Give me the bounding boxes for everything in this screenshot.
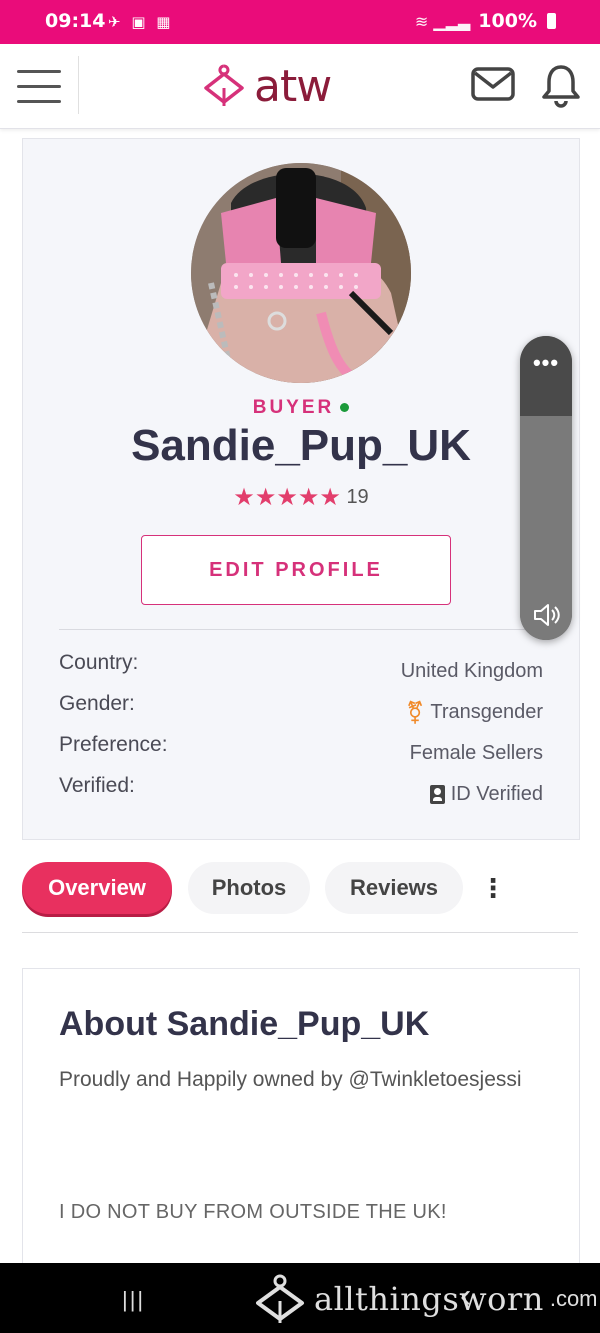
recents-icon[interactable]: ||| xyxy=(122,1287,145,1313)
volume-menu-icon[interactable]: ••• xyxy=(520,350,572,376)
detail-value: United Kingdom xyxy=(400,660,543,682)
speaker-icon[interactable] xyxy=(532,602,562,628)
edit-profile-button[interactable]: EDIT PROFILE xyxy=(141,535,451,605)
online-status-dot xyxy=(340,403,350,413)
watermark-logo-icon xyxy=(256,1274,304,1323)
star-rating-icon: ★★★★★ xyxy=(233,484,341,511)
detail-row-verified: Verified: ID Verified xyxy=(59,774,543,815)
profile-tabs: Overview Photos Reviews ⋮ xyxy=(22,862,578,916)
role-text: BUYER xyxy=(252,397,335,418)
logo-text: atw xyxy=(254,60,332,112)
system-nav-bar: ||| allthingsworn .com ‹ xyxy=(0,1263,600,1333)
detail-row-preference: Preference: Female Sellers xyxy=(59,733,543,774)
more-options-icon[interactable]: ⋮ xyxy=(478,862,508,914)
detail-label: Country: xyxy=(59,651,139,674)
menu-icon[interactable] xyxy=(17,70,61,104)
detail-value-wrap: ID Verified xyxy=(429,774,543,815)
status-bar: 09:14 ✈ ▣ ▦ ≋ ▁▂▃ 100% xyxy=(0,0,600,44)
profile-card: BUYER Sandie_Pup_UK ★★★★★ 19 EDIT PROFIL… xyxy=(22,138,580,840)
profile-details: Country: United Kingdom Gender: ⚧ Transg… xyxy=(59,651,543,815)
status-right: ≋ ▁▂▃ 100% xyxy=(415,10,556,32)
notification-icons: ✈ ▣ ▦ xyxy=(108,13,174,31)
back-icon[interactable]: ‹ xyxy=(460,1277,471,1316)
rating-count: 19 xyxy=(346,486,369,508)
about-bio: Proudly and Happily owned by @Twinkletoe… xyxy=(59,1068,522,1091)
battery-icon xyxy=(547,13,556,29)
watermark: allthingsworn .com xyxy=(252,1273,598,1325)
logo-mark-icon xyxy=(204,64,244,106)
tab-reviews[interactable]: Reviews xyxy=(325,862,463,914)
detail-value: Female Sellers xyxy=(409,742,543,764)
battery-percent: 100% xyxy=(478,10,537,32)
watermark-text: allthingsworn xyxy=(314,1280,544,1318)
watermark-suffix: .com xyxy=(549,1286,598,1311)
card-divider xyxy=(59,629,543,630)
app-header: atw xyxy=(0,44,600,129)
detail-row-country: Country: United Kingdom xyxy=(59,651,543,692)
id-card-icon xyxy=(429,785,445,804)
detail-row-gender: Gender: ⚧ Transgender xyxy=(59,692,543,733)
tab-overview[interactable]: Overview xyxy=(22,862,172,914)
detail-value: Transgender xyxy=(430,701,543,723)
transgender-icon: ⚧ xyxy=(405,699,425,725)
about-title: About Sandie_Pup_UK xyxy=(59,1005,430,1043)
site-logo[interactable]: atw xyxy=(200,56,332,116)
detail-value: ID Verified xyxy=(450,783,543,805)
about-note: I DO NOT BUY FROM OUTSIDE THE UK! xyxy=(59,1201,447,1223)
detail-value-wrap: ⚧ Transgender xyxy=(406,692,543,733)
rating[interactable]: ★★★★★ 19 xyxy=(23,483,579,512)
username: Sandie_Pup_UK xyxy=(131,421,471,470)
detail-label: Gender: xyxy=(59,692,135,715)
status-time: 09:14 xyxy=(45,10,106,32)
header-divider xyxy=(78,56,79,114)
tabs-divider xyxy=(22,932,578,933)
tab-photos[interactable]: Photos xyxy=(188,862,310,914)
wifi-signal-icon: ≋ ▁▂▃ xyxy=(414,11,471,31)
avatar[interactable] xyxy=(191,163,411,383)
avatar-image xyxy=(191,163,411,383)
about-section: About Sandie_Pup_UK Proudly and Happily … xyxy=(22,968,580,1270)
detail-label: Verified: xyxy=(59,774,135,797)
volume-panel[interactable]: ••• xyxy=(520,336,572,640)
detail-label: Preference: xyxy=(59,733,168,756)
role-label: BUYER xyxy=(23,397,579,419)
volume-top xyxy=(520,336,572,416)
bell-icon[interactable] xyxy=(538,62,584,108)
mail-icon[interactable] xyxy=(470,66,516,102)
